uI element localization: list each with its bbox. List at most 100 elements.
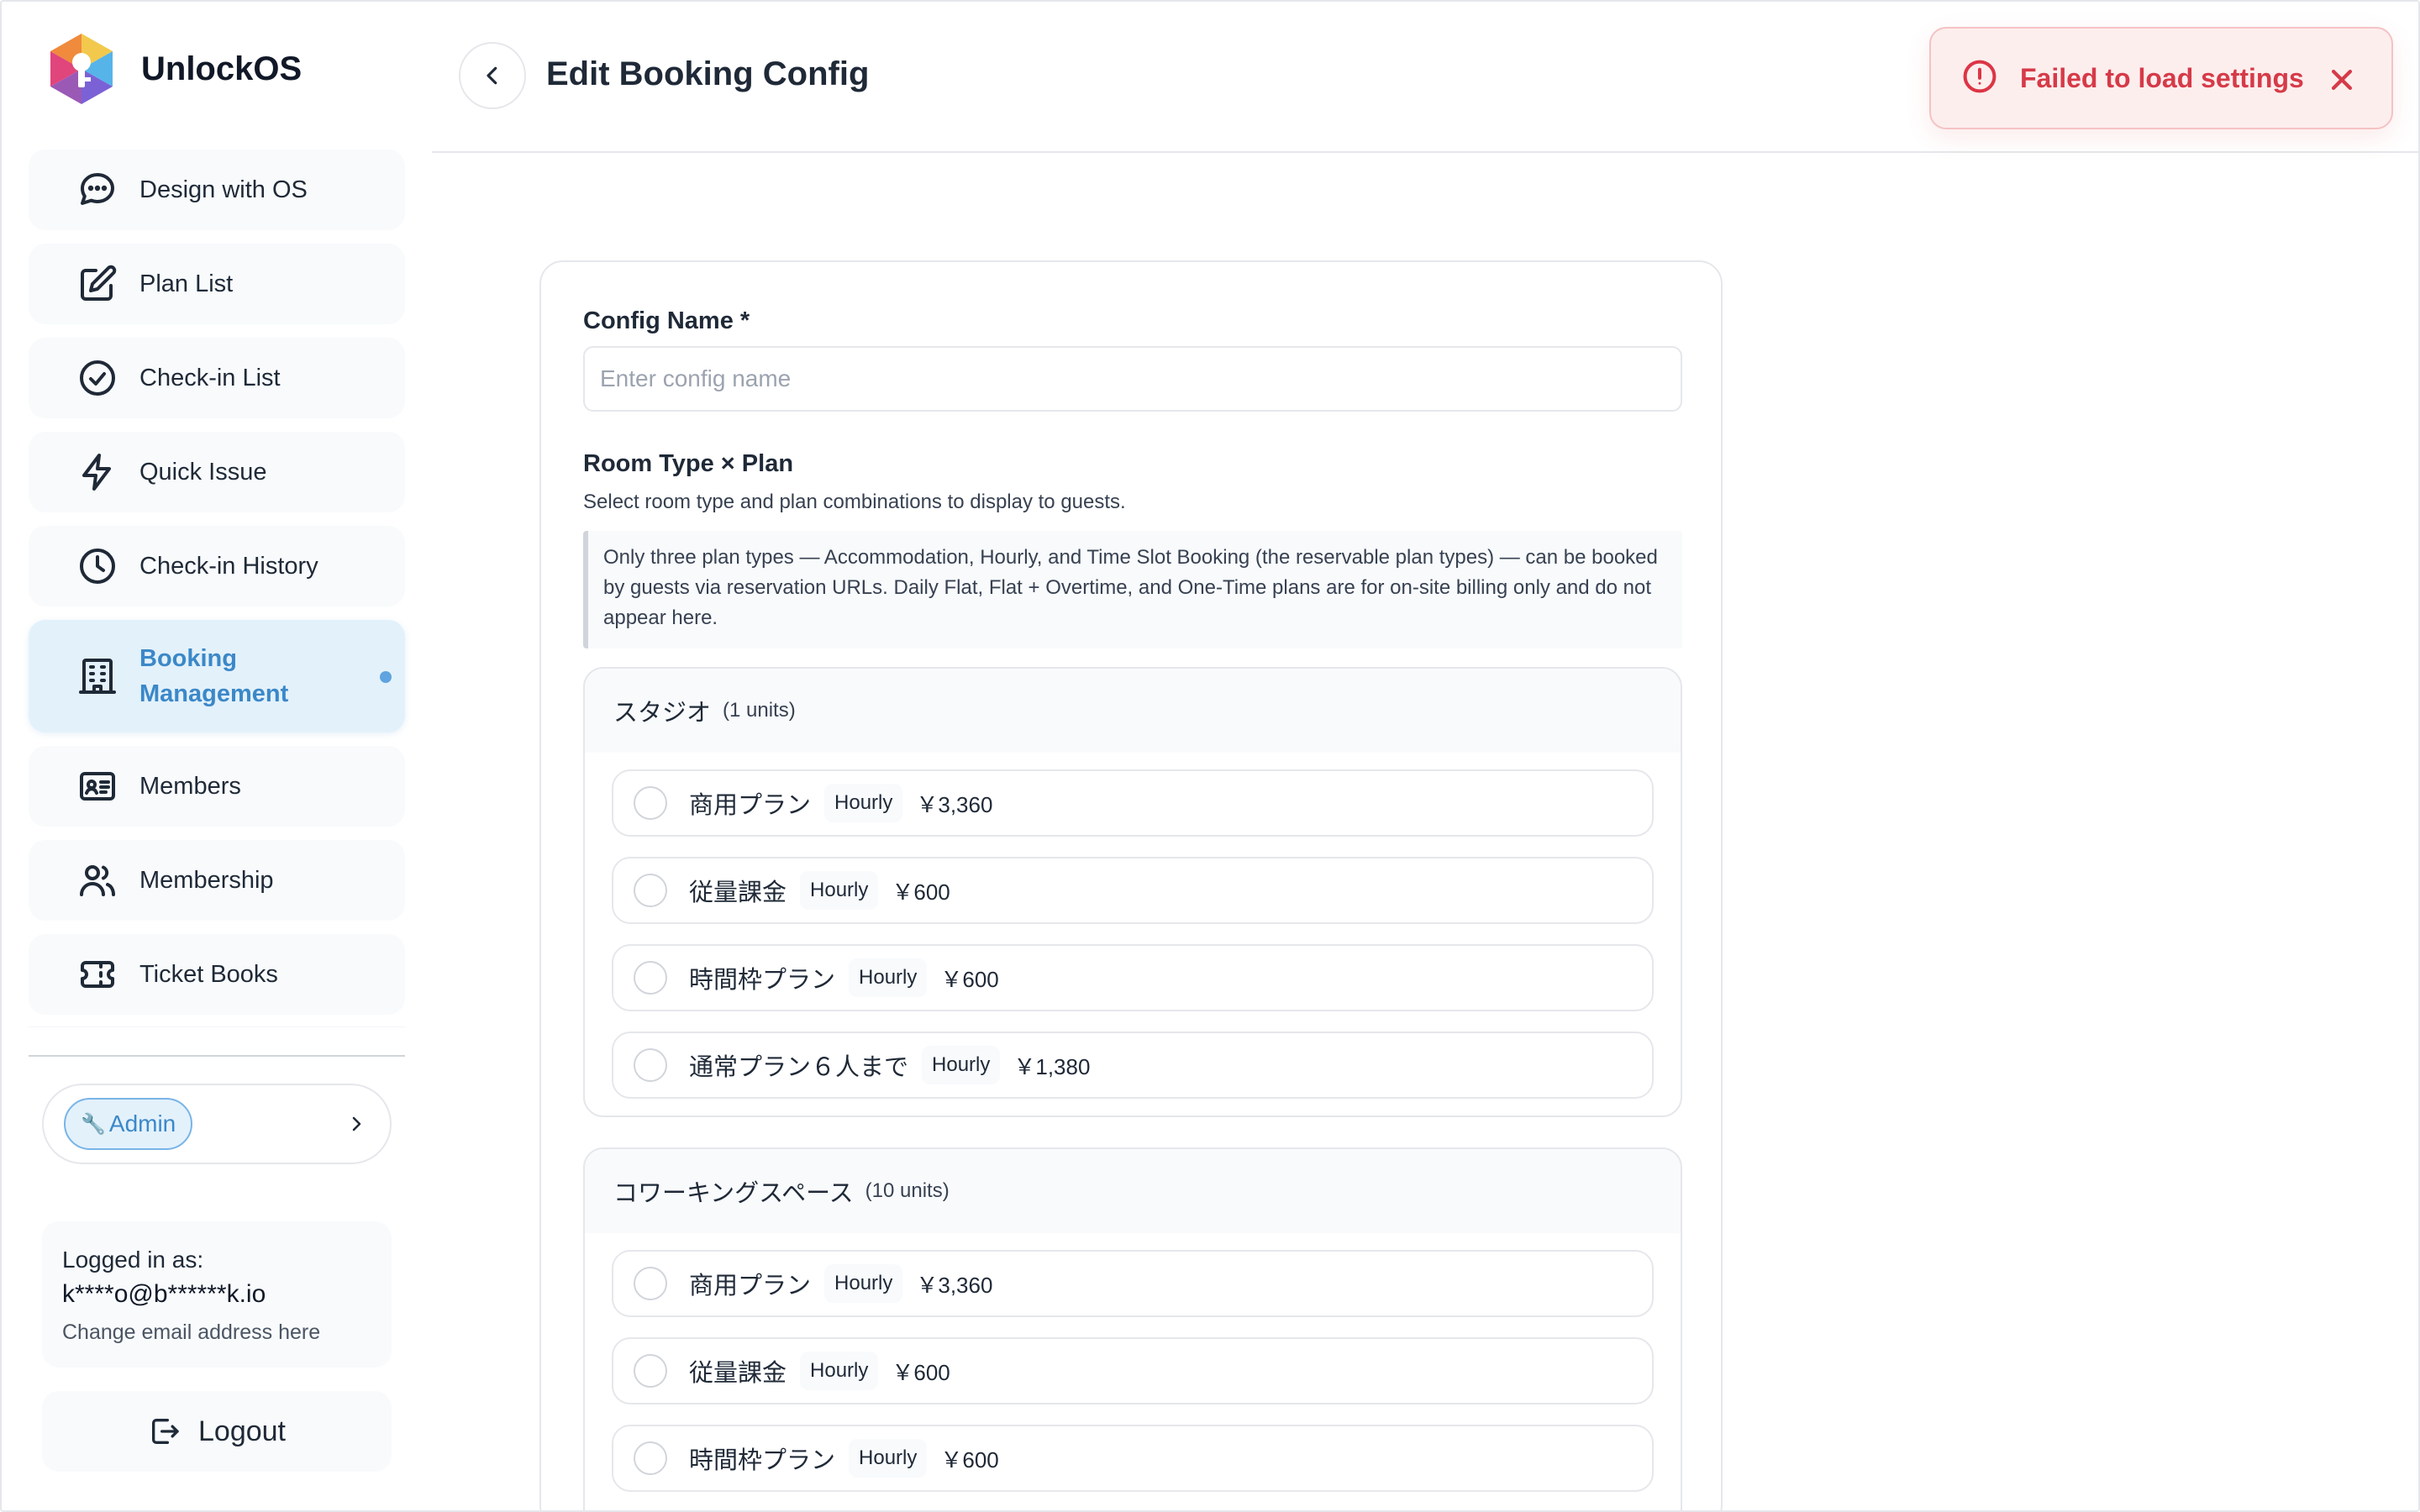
plan-radio[interactable] <box>634 1354 667 1388</box>
sidebar-item-ticket-books[interactable]: Ticket Books <box>29 934 405 1015</box>
page-title: Edit Booking Config <box>546 55 870 92</box>
plan-type-badge: Hourly <box>800 1352 879 1390</box>
config-name-label-text: Config Name <box>583 307 734 334</box>
login-label: Logged in as: <box>62 1247 204 1273</box>
chevron-right-icon <box>352 1116 361 1131</box>
config-name-input[interactable] <box>583 346 1682 412</box>
plan-radio[interactable] <box>634 1267 667 1300</box>
room-type-header: コワーキングスペース (10 units) <box>585 1149 1681 1233</box>
sidebar-item-quick-issue[interactable]: Quick Issue <box>29 432 405 512</box>
logout-button[interactable]: Logout <box>42 1391 392 1472</box>
plan-option[interactable]: 商用プラン Hourly ￥3,360 <box>612 1250 1654 1317</box>
users-icon <box>77 860 118 900</box>
plan-type-badge: Hourly <box>849 958 928 997</box>
plan-name: 従量課金 <box>689 1360 787 1387</box>
active-indicator-dot <box>380 671 392 683</box>
plan-radio[interactable] <box>634 874 667 907</box>
plan-radio[interactable] <box>634 1441 667 1475</box>
sidebar-item-label: Design with OS <box>139 176 308 203</box>
plan-option[interactable]: 通常プラン６人まで Hourly ￥1,380 <box>612 1032 1654 1099</box>
plan-type-badge: Hourly <box>824 1264 903 1303</box>
sidebar-item-label: Plan List <box>139 270 234 297</box>
plan-type-notice: Only three plan types — Accommodation, H… <box>583 531 1682 648</box>
room-type-name: スタジオ <box>613 700 712 727</box>
plan-name: 商用プラン <box>689 792 812 819</box>
room-plan-title: Room Type × Plan <box>583 450 794 477</box>
back-button[interactable] <box>459 42 526 109</box>
clock-icon <box>77 546 118 586</box>
plan-name: 時間枠プラン <box>689 967 836 994</box>
sidebar-item-check-in-list[interactable]: Check-in List <box>29 338 405 418</box>
sidebar-nav: Design with OS Plan List Check-in List Q… <box>29 150 405 1028</box>
plan-radio[interactable] <box>634 961 667 995</box>
building-icon <box>77 656 118 696</box>
plan-price: ￥600 <box>940 1446 999 1473</box>
login-email: k****o@b******k.io <box>62 1280 266 1308</box>
brand[interactable]: UnlockOS <box>47 32 302 106</box>
required-marker: * <box>739 307 750 334</box>
lightning-icon <box>77 452 118 492</box>
plan-price: ￥600 <box>892 879 950 905</box>
plan-name: 通常プラン６人まで <box>689 1054 909 1081</box>
alert-circle-icon <box>1961 58 1998 99</box>
plan-radio[interactable] <box>634 1048 667 1082</box>
sidebar-divider <box>29 1055 405 1057</box>
plan-type-badge: Hourly <box>922 1046 1001 1084</box>
plan-option[interactable]: 従量課金 Hourly ￥600 <box>612 857 1654 924</box>
plan-option[interactable]: 商用プラン Hourly ￥3,360 <box>612 769 1654 837</box>
sidebar-item-label: Booking Management <box>139 645 289 707</box>
login-info-card: Logged in as: k****o@b******k.io Change … <box>42 1221 392 1368</box>
sidebar-item-plan-list[interactable]: Plan List <box>29 244 405 324</box>
sidebar: UnlockOS Design with OS Plan List Check-… <box>0 0 432 1512</box>
plan-option[interactable]: 従量課金 Hourly ￥600 <box>612 1337 1654 1404</box>
room-plan-subtitle: Select room type and plan combinations t… <box>583 491 1126 513</box>
sidebar-item-label: Membership <box>139 867 274 894</box>
room-type-units: (1 units) <box>723 699 796 722</box>
admin-switch-button[interactable]: 🔧 Admin <box>42 1084 392 1164</box>
sidebar-item-label: Check-in History <box>139 553 318 580</box>
sidebar-item-label: Check-in List <box>139 365 281 391</box>
room-type-group: コワーキングスペース (10 units) 商用プラン Hourly ￥3,36… <box>583 1147 1682 1512</box>
sidebar-item-booking-management[interactable]: Booking Management <box>29 620 405 732</box>
id-card-icon <box>77 766 118 806</box>
plan-type-badge: Hourly <box>849 1439 928 1478</box>
logout-label: Logout <box>198 1415 286 1447</box>
sidebar-item-members[interactable]: Members <box>29 746 405 827</box>
sidebar-item-label: Members <box>139 773 241 800</box>
room-type-units: (10 units) <box>865 1179 950 1202</box>
plan-name: 商用プラン <box>689 1273 812 1299</box>
sidebar-item-check-in-history[interactable]: Check-in History <box>29 526 405 606</box>
plan-price: ￥1,380 <box>1013 1053 1091 1079</box>
plan-price: ￥3,360 <box>916 1272 993 1298</box>
plan-price: ￥3,360 <box>916 791 993 817</box>
room-type-header: スタジオ (1 units) <box>585 669 1681 753</box>
edit-icon <box>77 264 118 304</box>
plan-price: ￥600 <box>892 1359 950 1385</box>
chat-bubble-icon <box>77 170 118 210</box>
toast-message: Failed to load settings <box>2020 62 2304 93</box>
close-icon <box>2331 69 2353 91</box>
check-circle-icon <box>77 358 118 398</box>
wrench-icon: 🔧 <box>81 1112 106 1136</box>
config-name-label: Config Name * <box>583 307 750 335</box>
sidebar-item-membership[interactable]: Membership <box>29 840 405 921</box>
nav-scroll-edge <box>29 1026 405 1027</box>
sidebar-item-label: Ticket Books <box>139 961 278 988</box>
change-email-link[interactable]: Change email address here <box>62 1315 371 1349</box>
chevron-left-icon <box>487 66 497 85</box>
plan-type-badge: Hourly <box>800 871 879 910</box>
plan-radio[interactable] <box>634 786 667 820</box>
sidebar-item-design-with-os[interactable]: Design with OS <box>29 150 405 230</box>
app-name: UnlockOS <box>141 50 302 87</box>
logout-icon <box>152 1419 179 1444</box>
error-toast: Failed to load settings <box>1929 27 2393 129</box>
plan-option[interactable]: 時間枠プラン Hourly ￥600 <box>612 1425 1654 1492</box>
ticket-icon <box>77 954 118 995</box>
plan-type-badge: Hourly <box>824 784 903 822</box>
plan-name: 従量課金 <box>689 879 787 906</box>
sidebar-item-label: Quick Issue <box>139 459 267 486</box>
unlockos-logo-icon <box>50 34 113 104</box>
plan-option[interactable]: 時間枠プラン Hourly ￥600 <box>612 944 1654 1011</box>
close-toast-button[interactable] <box>2328 66 2356 94</box>
plan-name: 時間枠プラン <box>689 1447 836 1474</box>
